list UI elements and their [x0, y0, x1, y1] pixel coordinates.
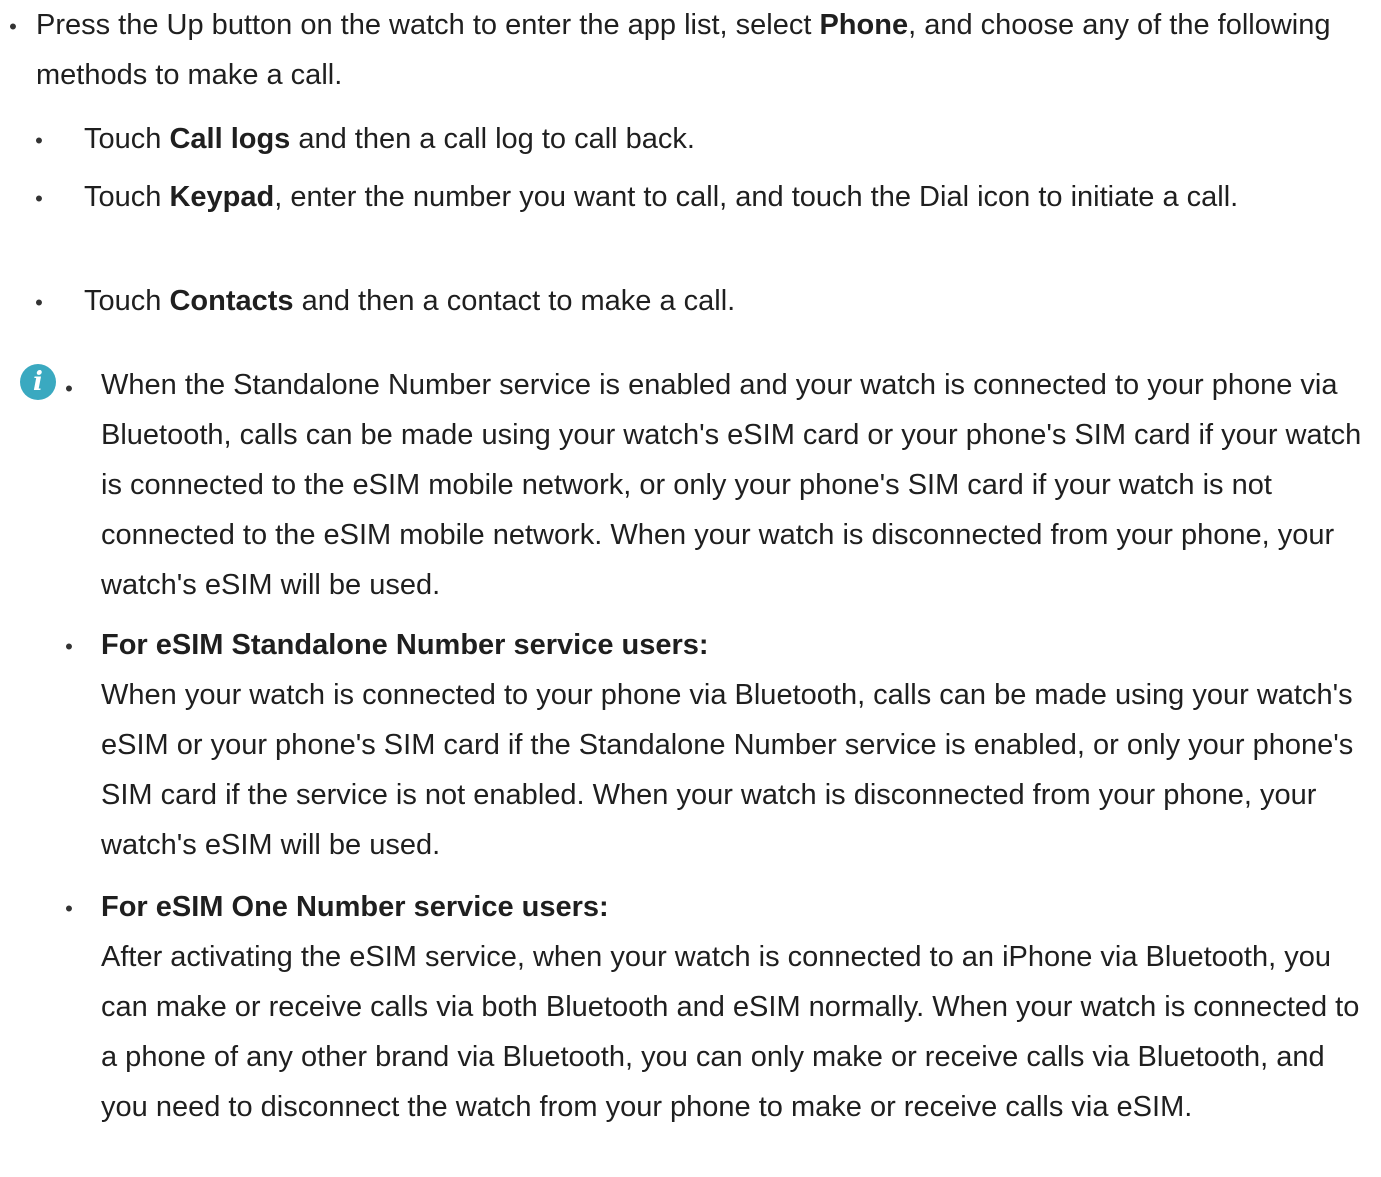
bullet-icon: •	[65, 634, 73, 659]
note-item-heading: For eSIM Standalone Number service users…	[101, 629, 709, 661]
info-icon: i	[20, 364, 56, 400]
bold-term-contacts: Contacts	[169, 285, 294, 317]
bullet-icon: •	[35, 128, 43, 153]
list-item-text: Touch Call logs and then a call log to c…	[84, 123, 695, 155]
note-item-body: When your watch is connected to your pho…	[101, 679, 1354, 861]
note-item-body: After activating the eSIM service, when …	[101, 941, 1360, 1123]
bold-term-call-logs: Call logs	[169, 123, 291, 155]
list-item-text: Press the Up button on the watch to ente…	[36, 9, 1331, 91]
note-item-text: For eSIM Standalone Number service users…	[101, 620, 1375, 870]
bullet-icon: •	[65, 896, 73, 921]
list-item-text: Touch Contacts and then a contact to mak…	[84, 285, 736, 317]
note-item-heading: For eSIM One Number service users:	[101, 891, 609, 923]
bullet-icon: •	[35, 290, 43, 315]
bold-term-keypad: Keypad	[169, 181, 275, 213]
list-item-text: Touch Keypad, enter the number you want …	[84, 181, 1239, 213]
bullet-icon: •	[9, 14, 17, 39]
note-item-text: For eSIM One Number service users: After …	[101, 882, 1375, 1132]
document-page: • Press the Up button on the watch to en…	[0, 0, 1381, 1177]
note-paragraph: When the Standalone Number service is en…	[101, 369, 1362, 601]
bold-term-phone: Phone	[819, 9, 909, 41]
bullet-icon: •	[65, 376, 73, 401]
bullet-icon: •	[35, 186, 43, 211]
